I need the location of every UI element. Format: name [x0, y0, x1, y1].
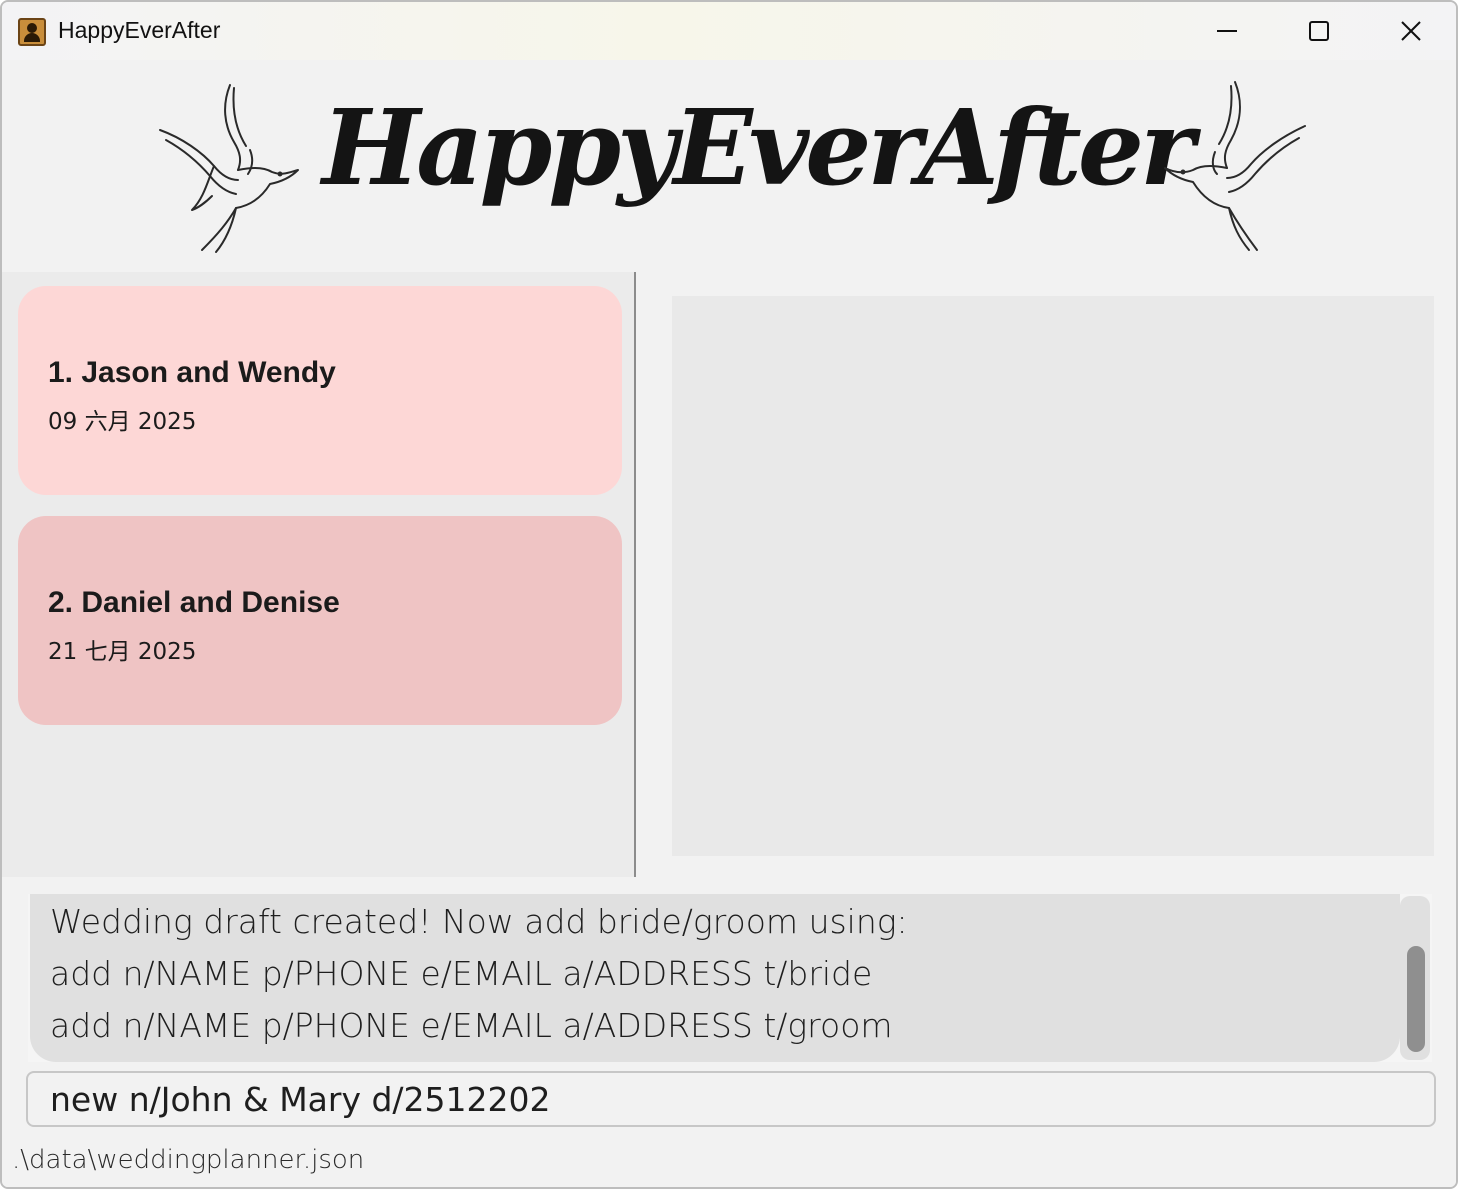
result-line: add n/NAME p/PHONE e/EMAIL a/ADDRESS t/g…: [50, 1006, 893, 1045]
close-button[interactable]: [1365, 2, 1456, 60]
save-file-path: .\data\weddingplanner.json: [12, 1145, 365, 1175]
address-book-icon: [18, 18, 46, 46]
maximize-icon: [1309, 21, 1329, 41]
result-line: add n/NAME p/PHONE e/EMAIL a/ADDRESS t/b…: [50, 954, 873, 993]
app-logo: HappyEverAfter: [322, 86, 1195, 209]
dove-icon: [1164, 81, 1306, 251]
command-box[interactable]: [26, 1071, 1436, 1127]
wedding-card-title: 2. Daniel and Denise: [48, 586, 340, 619]
close-icon: [1401, 21, 1421, 41]
wedding-card[interactable]: 1. Jason and Wendy 09 六月 2025: [18, 286, 622, 495]
wedding-card-date: 21 七月 2025: [48, 639, 197, 665]
dove-icon: [159, 84, 299, 253]
window-title: HappyEverAfter: [58, 17, 221, 43]
wedding-detail-content: [672, 296, 1434, 856]
wedding-card[interactable]: 2. Daniel and Denise 21 七月 2025: [18, 516, 622, 725]
status-bar: .\data\weddingplanner.json: [2, 1131, 1456, 1187]
panel-divider[interactable]: [634, 272, 636, 877]
maximize-button[interactable]: [1273, 2, 1365, 60]
result-scrollbar-thumb[interactable]: [1407, 946, 1425, 1052]
minimize-button[interactable]: [1181, 2, 1273, 60]
title-bar[interactable]: HappyEverAfter: [2, 2, 1456, 60]
app-window: HappyEverAfter HappyEverAfter 1. Jason a…: [0, 0, 1458, 1189]
result-display[interactable]: Wedding draft created! Now add bride/gro…: [30, 894, 1400, 1062]
banner: HappyEverAfter: [2, 60, 1456, 272]
wedding-card-title: 1. Jason and Wendy: [48, 356, 336, 389]
result-line: Wedding draft created! Now add bride/gro…: [50, 902, 908, 941]
wedding-card-date: 09 六月 2025: [48, 409, 197, 435]
minimize-icon: [1217, 30, 1237, 32]
command-input[interactable]: [50, 1079, 1410, 1119]
